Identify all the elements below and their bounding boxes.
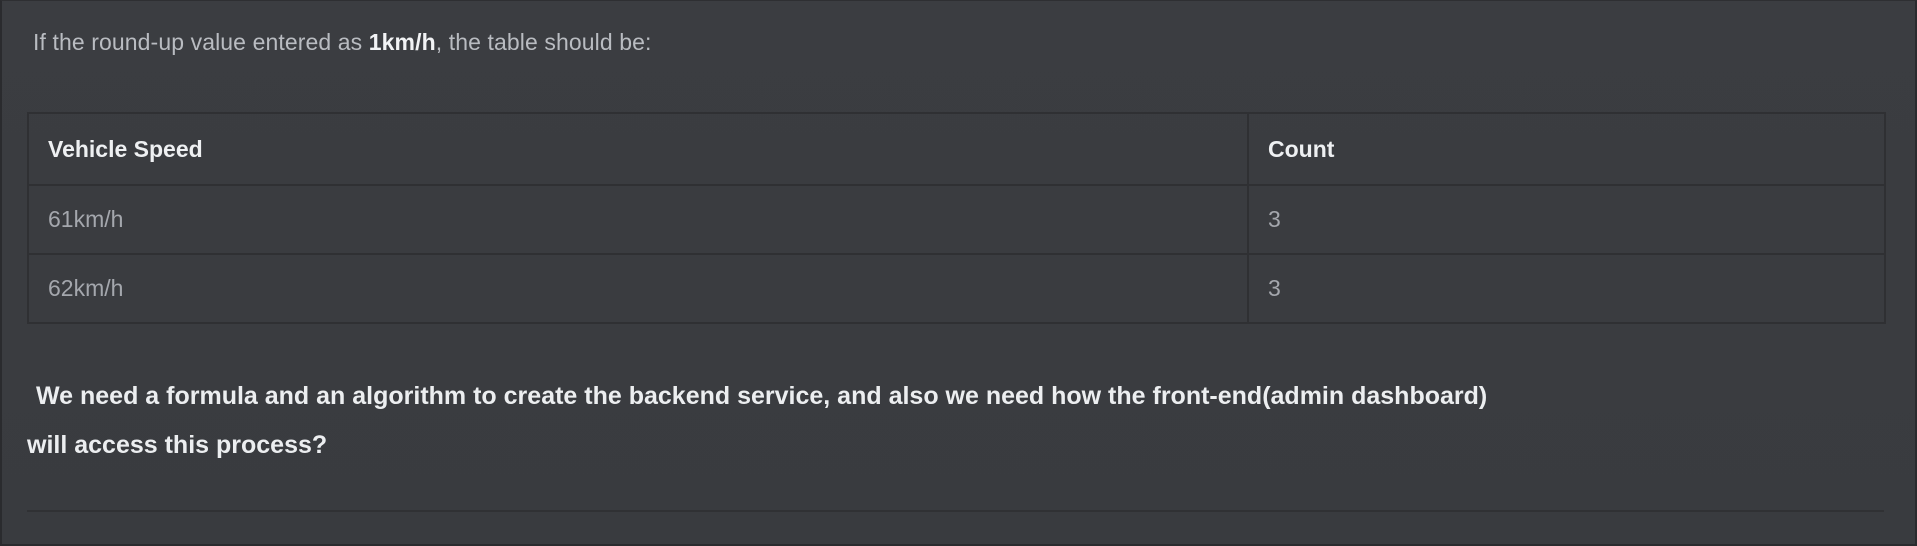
intro-roundup-value: 1km/h — [368, 29, 436, 55]
intro-text: If the round-up value entered as 1km/h, … — [33, 29, 651, 56]
intro-prefix: If the round-up value entered as — [33, 29, 369, 55]
content-panel: If the round-up value entered as 1km/h, … — [0, 0, 1917, 546]
cell-vehicle-speed: 62km/h — [27, 253, 1249, 324]
table-row: 62km/h 3 — [27, 253, 1886, 324]
divider — [27, 510, 1884, 512]
header-vehicle-speed: Vehicle Speed — [27, 112, 1249, 186]
header-count: Count — [1247, 112, 1886, 186]
question-text: We need a formula and an algorithm to cr… — [27, 372, 1887, 470]
speed-count-table: Vehicle Speed Count 61km/h 3 62km/h 3 — [27, 112, 1886, 324]
question-line-2: will access this process? — [27, 431, 328, 459]
cell-vehicle-speed: 61km/h — [27, 184, 1249, 255]
question-line-1: We need a formula and an algorithm to cr… — [36, 382, 1488, 410]
cell-count: 3 — [1247, 253, 1886, 324]
intro-suffix: , the table should be: — [435, 29, 652, 55]
table-header-row: Vehicle Speed Count — [27, 112, 1886, 186]
cell-count: 3 — [1247, 184, 1886, 255]
table-row: 61km/h 3 — [27, 184, 1886, 255]
